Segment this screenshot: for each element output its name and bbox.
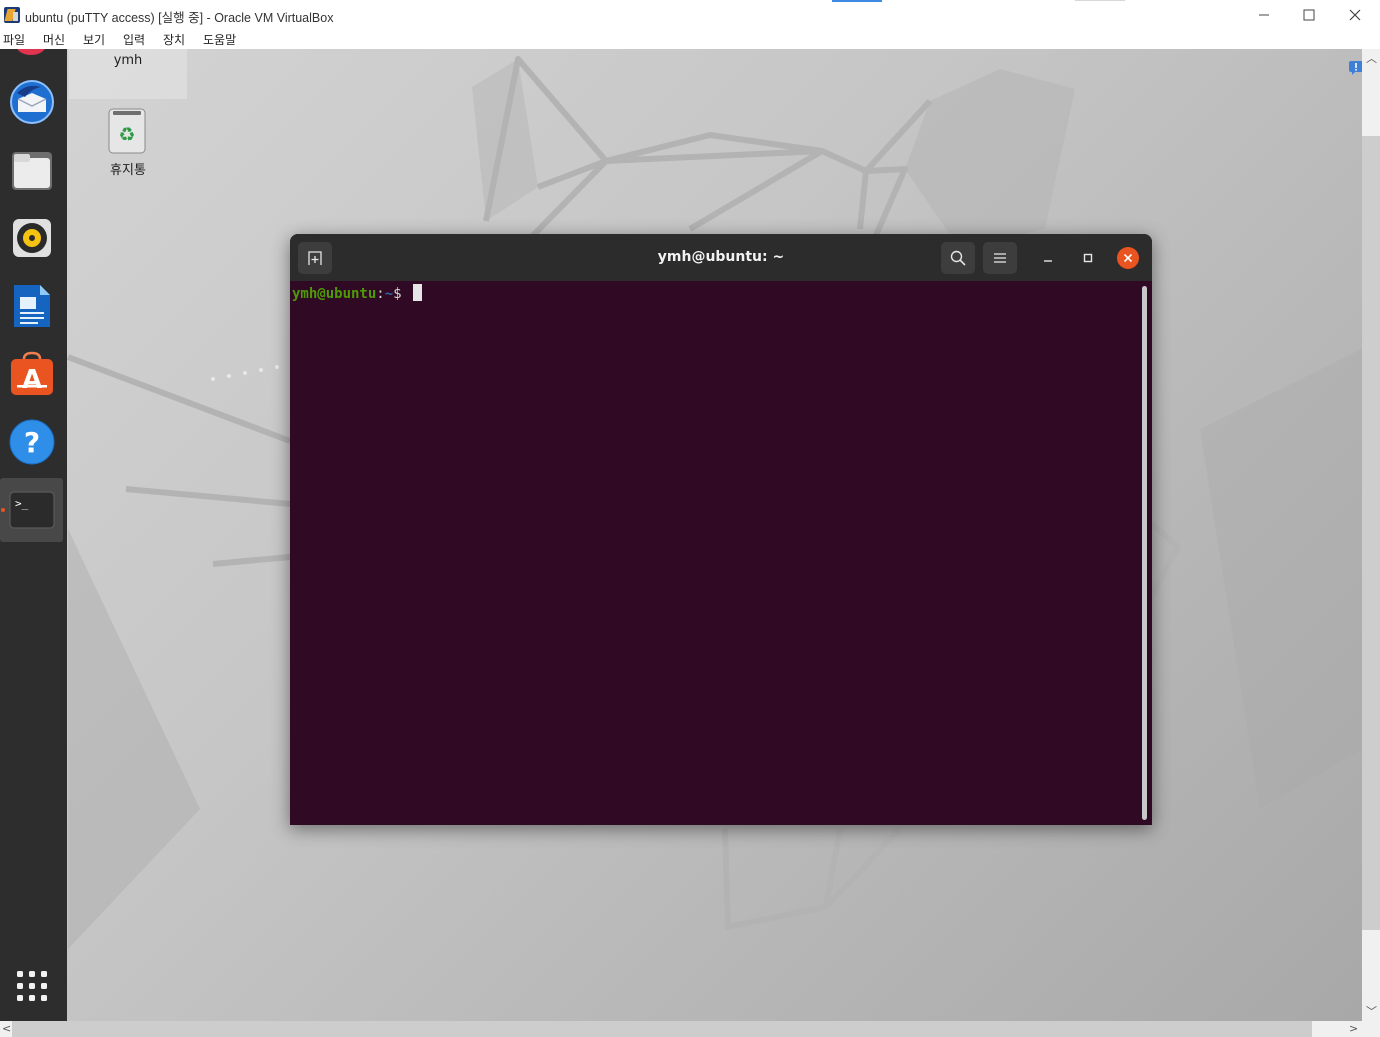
trash-label: 휴지통: [110, 163, 146, 178]
help-icon: ?: [9, 419, 54, 465]
close-icon: [1349, 9, 1361, 21]
virtualbox-app-icon: [4, 7, 20, 23]
terminal-title: ymh@ubuntu: ~: [657, 249, 785, 265]
terminal-menu-button[interactable]: [983, 242, 1017, 274]
scroll-right-arrow-icon[interactable]: >: [1349, 1023, 1358, 1035]
terminal-icon: >_: [8, 491, 55, 529]
svg-text:?: ?: [23, 426, 39, 459]
menu-view[interactable]: 보기: [83, 31, 105, 48]
new-tab-icon: [308, 251, 322, 265]
scroll-up-arrow-icon[interactable]: ︿: [1366, 53, 1377, 65]
dock-rhythmbox[interactable]: [0, 206, 63, 270]
horizontal-scroll-thumb[interactable]: [12, 1021, 1312, 1037]
svg-text:A: A: [21, 365, 41, 395]
menu-help[interactable]: 도움말: [203, 31, 236, 48]
hamburger-menu-icon: [994, 253, 1006, 263]
minimize-button[interactable]: [1241, 0, 1287, 30]
desktop-trash[interactable]: ♻: [108, 108, 146, 154]
terminal-prompt-line: ymh@ubuntu:~$: [292, 284, 423, 303]
files-icon: [11, 152, 52, 190]
terminal-maximize-button[interactable]: [1078, 248, 1098, 268]
thunderbird-icon: [9, 80, 54, 124]
svg-text:>_: >_: [15, 497, 29, 510]
new-tab-button[interactable]: [298, 242, 332, 274]
prompt-colon: :: [376, 286, 385, 302]
dock-terminal[interactable]: >_: [0, 478, 63, 542]
titlebar-divider: [1075, 0, 1125, 1]
minimize-icon: [1259, 14, 1269, 16]
terminal-body[interactable]: ymh@ubuntu:~$: [290, 281, 1152, 825]
menu-devices[interactable]: 장치: [163, 31, 185, 48]
prompt-user: ymh@ubuntu: [292, 286, 377, 302]
menu-file[interactable]: 파일: [3, 31, 25, 48]
dock-files[interactable]: [0, 138, 63, 202]
maximize-icon: [1303, 9, 1315, 21]
software-icon: A: [10, 351, 53, 395]
scroll-left-arrow-icon[interactable]: <: [2, 1023, 11, 1035]
rhythmbox-icon: [12, 219, 51, 257]
dock-libreoffice-writer[interactable]: [0, 274, 63, 338]
maximize-icon: [1083, 253, 1093, 263]
dock-help[interactable]: ?: [0, 410, 63, 474]
svg-text:♻: ♻: [118, 124, 135, 146]
terminal-cursor: [413, 284, 423, 301]
prompt-dollar: $: [393, 286, 411, 302]
desktop-home-folder[interactable]: ymh: [69, 49, 187, 99]
trash-icon: ♻: [108, 108, 146, 154]
menu-bar: 파일 머신 보기 입력 장치 도움말: [0, 30, 1380, 49]
home-folder-label: ymh: [113, 53, 143, 68]
prompt-dir: ~: [384, 286, 394, 302]
window-title: ubuntu (puTTY access) [실행 중] - Oracle VM…: [25, 11, 334, 25]
maximize-button[interactable]: [1286, 0, 1332, 30]
writer-icon: [13, 285, 50, 327]
ubuntu-dock: A ? >_: [0, 49, 67, 1021]
terminal-minimize-button[interactable]: [1038, 248, 1058, 268]
terminal-header[interactable]: ymh@ubuntu: ~: [290, 234, 1152, 281]
minimize-icon: [1044, 260, 1052, 262]
dock-ubuntu-software[interactable]: A: [0, 342, 63, 406]
search-icon: [950, 250, 966, 266]
scroll-down-arrow-icon[interactable]: ﹀: [1366, 1006, 1377, 1018]
vertical-scroll-thumb[interactable]: [1362, 136, 1380, 930]
terminal-search-button[interactable]: [941, 242, 975, 274]
dock-show-applications[interactable]: [0, 954, 63, 1018]
window-titlebar: ubuntu (puTTY access) [실행 중] - Oracle VM…: [0, 0, 1380, 30]
close-button[interactable]: [1332, 0, 1378, 30]
dock-partial-icon[interactable]: [16, 49, 46, 55]
terminal-close-button[interactable]: [1117, 247, 1139, 269]
menu-machine[interactable]: 머신: [43, 31, 65, 48]
titlebar-accent: [832, 0, 882, 2]
show-applications-icon: [16, 971, 47, 1001]
close-icon: [1123, 253, 1133, 263]
menu-input[interactable]: 입력: [123, 31, 145, 48]
vm-display[interactable]: ymh ♻ 휴지통 A ? >_ ymh@ubuntu: ~ ymh@ubunt…: [0, 49, 1362, 1021]
terminal-scrollbar[interactable]: [1142, 286, 1147, 820]
dock-running-indicator: [1, 508, 5, 512]
dock-thunderbird[interactable]: [0, 70, 63, 134]
terminal-window[interactable]: ymh@ubuntu: ~ ymh@ubuntu:~$: [290, 234, 1152, 825]
